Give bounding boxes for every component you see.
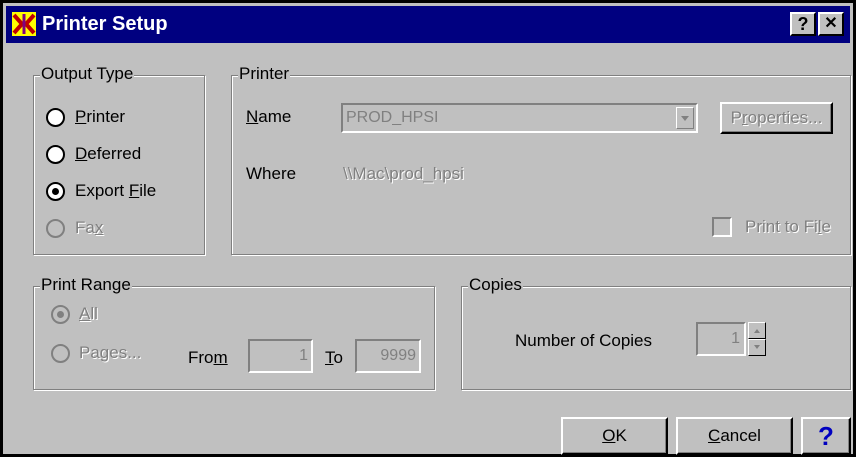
spin-down-icon[interactable] (748, 339, 766, 356)
number-of-copies-label: Number of Copies (515, 331, 653, 350)
output-type-label-1: Deferred (75, 144, 142, 163)
to-label: To (325, 348, 343, 367)
window-title: Printer Setup (42, 13, 168, 35)
copies-input[interactable]: 1 (696, 322, 746, 356)
output-type-label-2: Export File (75, 181, 157, 200)
where-label: Where (246, 164, 297, 183)
title-bar: Printer Setup ? ✕ (6, 6, 850, 43)
printer-name-select[interactable]: PROD_HPSI (341, 103, 698, 133)
spin-up-icon[interactable] (748, 322, 766, 339)
printer-legend: Printer (238, 64, 291, 84)
pages-label: Pages... (79, 343, 142, 362)
printer-setup-dialog: Printer Setup ? ✕ Output Type Printer Def… (0, 0, 856, 457)
output-type-legend: Output Type (40, 64, 135, 84)
ok-button[interactable]: OK (561, 417, 668, 455)
from-input[interactable]: 1 (248, 339, 313, 373)
radio-selected-dot (52, 188, 59, 195)
to-input[interactable]: 9999 (355, 339, 421, 373)
print-range-legend: Print Range (40, 275, 132, 295)
print-to-file-checkbox[interactable] (712, 217, 732, 237)
all-label: All (79, 304, 98, 323)
from-label: From (188, 348, 228, 367)
where-value: \\Mac\prod_hpsi (343, 164, 464, 183)
output-type-label-3: Fax (75, 218, 104, 237)
printer-app-icon (12, 12, 36, 36)
output-type-radio-2[interactable] (46, 182, 65, 201)
output-type-radio-0[interactable] (46, 108, 65, 127)
help-title-button[interactable]: ? (790, 12, 816, 36)
radio-pages[interactable] (51, 344, 70, 363)
output-type-radio-1[interactable] (46, 145, 65, 164)
output-type-label-0: Printer (75, 107, 126, 126)
print-to-file-label: Print to File (745, 217, 831, 236)
close-button[interactable]: ✕ (818, 12, 844, 36)
radio-selected-dot (57, 311, 64, 318)
copies-legend: Copies (468, 275, 523, 295)
radio-all[interactable] (51, 305, 70, 324)
copies-spinner[interactable] (748, 322, 766, 356)
name-label: Name (246, 107, 292, 126)
dropdown-arrow-icon[interactable] (676, 107, 694, 129)
print-range-group: Print Range (33, 275, 435, 390)
output-type-radio-3[interactable] (46, 219, 65, 238)
cancel-button[interactable]: Cancel (676, 417, 793, 455)
help-button[interactable]: ? (801, 417, 851, 455)
properties-button[interactable]: Properties... (720, 102, 833, 134)
